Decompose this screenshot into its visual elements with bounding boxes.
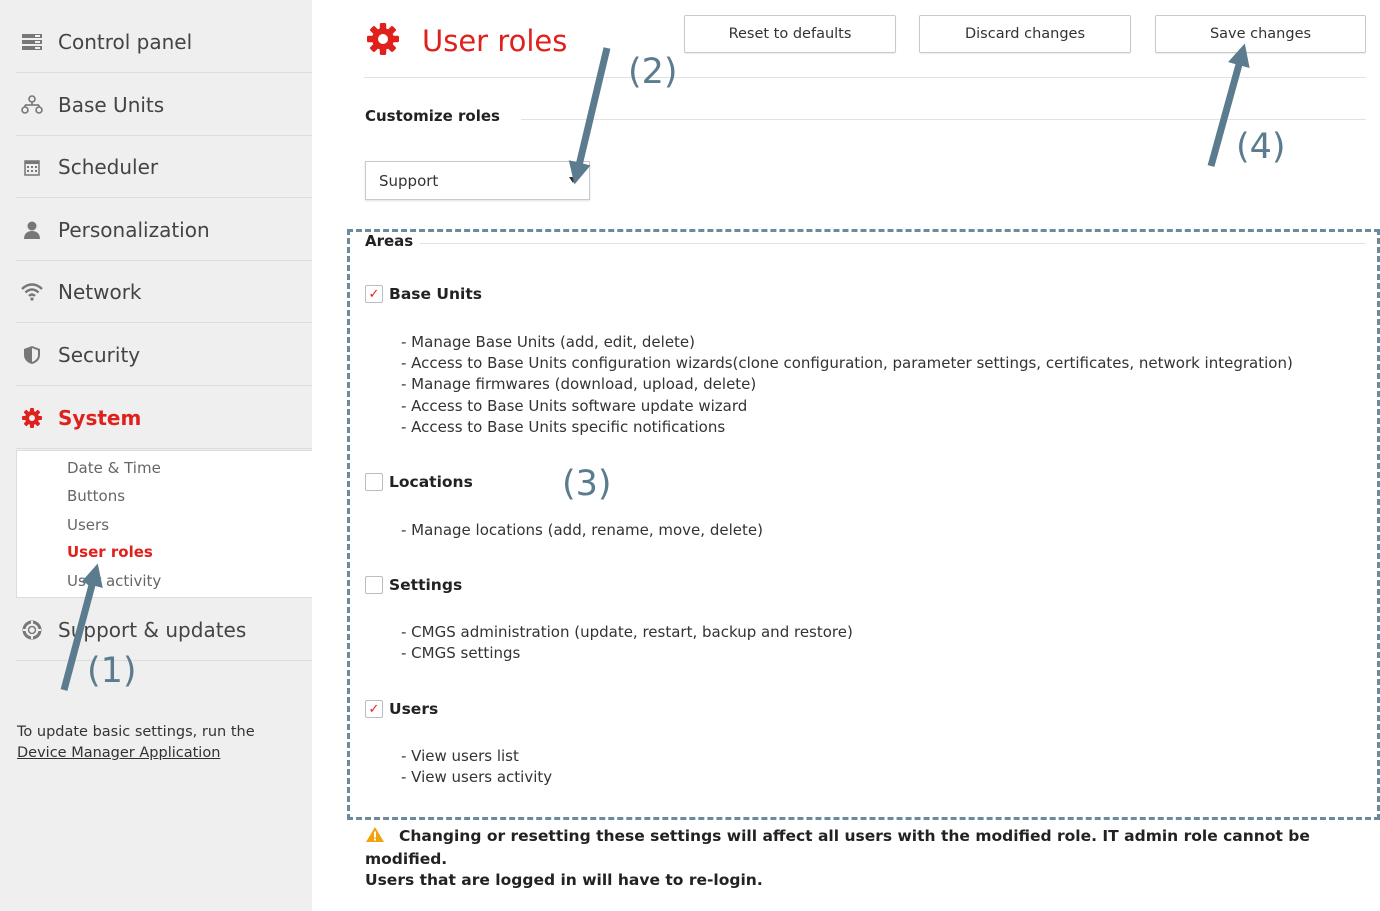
annotation-label-4: (4) (1236, 127, 1286, 167)
annotation-label-3: (3) (562, 464, 612, 504)
annotation-arrows (60, 43, 1250, 691)
annotation-label-1: (1) (87, 651, 137, 691)
arrow-2 (568, 47, 611, 185)
annotation-label-2: (2) (628, 52, 678, 92)
